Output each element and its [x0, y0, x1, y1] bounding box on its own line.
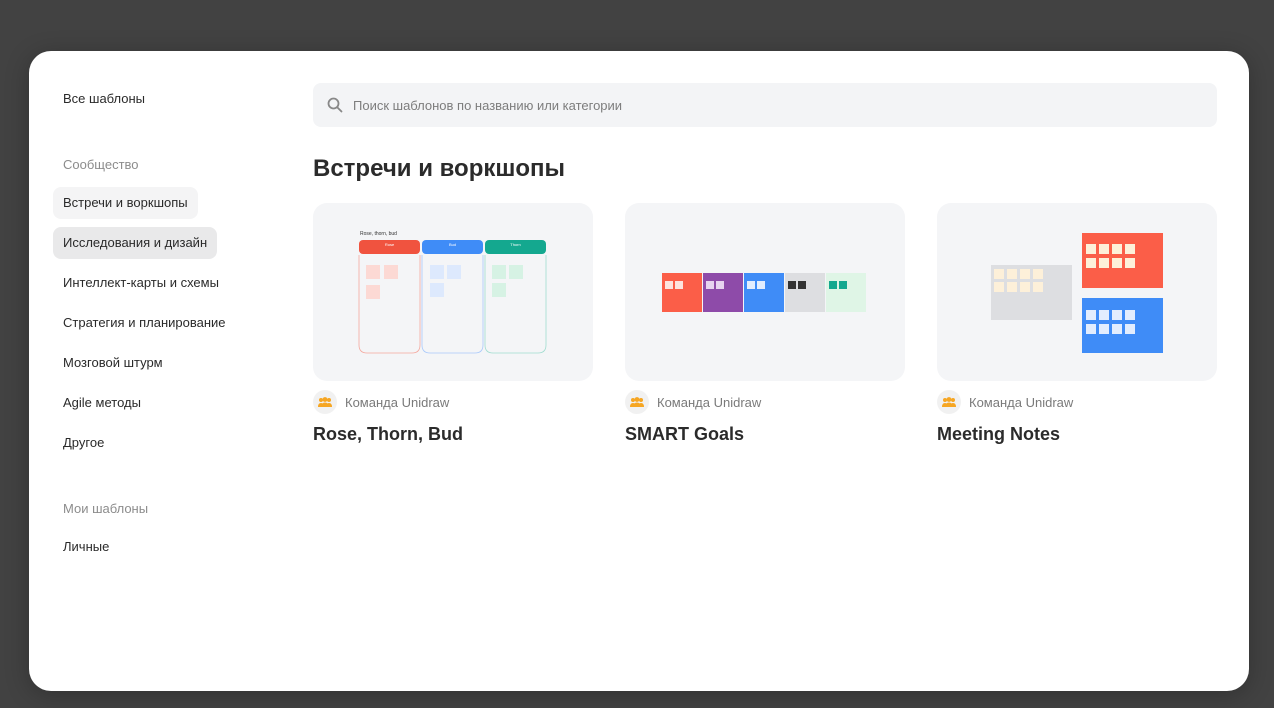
author-name: Команда Unidraw — [345, 394, 450, 410]
templates-modal: Все шаблоны Сообщество Встречи и воркшоп… — [29, 51, 1249, 691]
smart-goals-preview — [662, 273, 866, 312]
team-icon — [313, 390, 337, 414]
thumb-column-label: Thorn — [510, 242, 520, 247]
search-icon — [327, 97, 343, 113]
search-bar[interactable] — [313, 83, 1217, 127]
sidebar-item-mindmaps-diagrams[interactable]: Интеллект-карты и схемы — [53, 267, 229, 299]
template-title[interactable]: SMART Goals — [625, 424, 905, 445]
template-card-smart-goals[interactable]: Команда Unidraw SMART Goals — [625, 203, 905, 445]
sidebar-item-strategy-planning[interactable]: Стратегия и планирование — [53, 307, 236, 339]
template-author: Команда Unidraw — [313, 390, 593, 414]
sidebar-item-all-templates[interactable]: Все шаблоны — [53, 83, 155, 115]
team-icon — [937, 390, 961, 414]
author-name: Команда Unidraw — [657, 394, 762, 410]
section-title: Встречи и воркшопы — [313, 155, 566, 182]
sidebar-heading-my-templates: Мои шаблоны — [63, 501, 149, 516]
sidebar-item-meetings-workshops[interactable]: Встречи и воркшопы — [53, 187, 198, 219]
template-title[interactable]: Meeting Notes — [937, 424, 1217, 445]
thumb-heading: Rose, thorn, bud — [360, 231, 397, 237]
sidebar-item-research-design[interactable]: Исследования и дизайн — [53, 227, 218, 259]
meeting-notes-preview — [991, 233, 1163, 353]
sidebar: Все шаблоны Сообщество Встречи и воркшоп… — [53, 51, 273, 691]
author-name: Команда Unidraw — [969, 394, 1074, 410]
template-thumbnail[interactable] — [625, 203, 905, 381]
template-card-meeting-notes[interactable]: Команда Unidraw Meeting Notes — [937, 203, 1217, 445]
template-title[interactable]: Rose, Thorn, Bud — [313, 424, 593, 445]
template-card-rose-thorn-bud[interactable]: Rose, thorn, bud Rose Bud Thorn Команда … — [313, 203, 593, 445]
template-author: Команда Unidraw — [625, 390, 905, 414]
search-input[interactable] — [353, 97, 1213, 113]
rose-thorn-bud-preview: Rose, thorn, bud Rose Bud Thorn — [358, 231, 547, 354]
thumb-column-label: Bud — [449, 242, 456, 247]
sidebar-heading-community: Сообщество — [63, 157, 139, 172]
sidebar-item-agile[interactable]: Agile методы — [53, 387, 151, 419]
thumb-column-label: Rose — [385, 242, 395, 247]
template-author: Команда Unidraw — [937, 390, 1217, 414]
sidebar-item-personal[interactable]: Личные — [53, 531, 119, 563]
template-thumbnail[interactable]: Rose, thorn, bud Rose Bud Thorn — [313, 203, 593, 381]
team-icon — [625, 390, 649, 414]
template-thumbnail[interactable] — [937, 203, 1217, 381]
sidebar-item-brainstorm[interactable]: Мозговой штурм — [53, 347, 173, 379]
sidebar-item-other[interactable]: Другое — [53, 427, 114, 459]
